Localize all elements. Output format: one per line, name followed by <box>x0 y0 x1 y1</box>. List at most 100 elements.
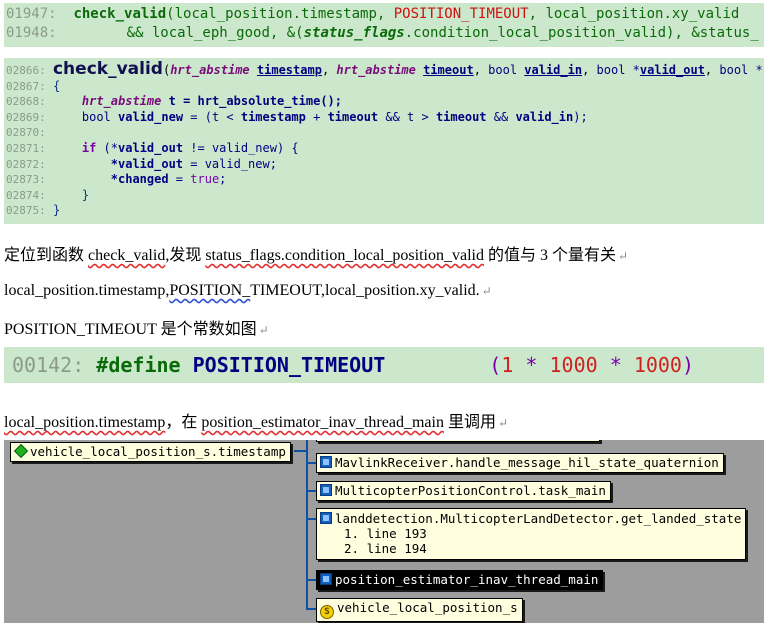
code-line: 02868: hrt_abstime t = hrt_absolute_time… <box>4 94 764 110</box>
code-text: && <box>486 109 516 124</box>
code-block-call-site: 01947: check_valid(local_position.timest… <box>4 3 764 47</box>
graph-node-selected[interactable]: position_estimator_inav_thread_main <box>316 570 604 590</box>
constant: POSITION_TIMEOUT <box>192 353 386 377</box>
connector <box>306 518 316 520</box>
graph-node[interactable]: Svehicle_local_position_s <box>316 598 523 622</box>
node-label: vehicle_local_position_s <box>337 600 518 615</box>
text: ,发现 <box>165 247 206 264</box>
line-ref: 2. line 194 <box>344 540 427 556</box>
code-text: != valid_new) { <box>183 140 299 155</box>
graph-node-partial <box>316 440 600 442</box>
node-label: landdetection.MulticopterLandDetector.ge… <box>335 511 742 526</box>
constant: POSITION_TIMEOUT <box>393 6 529 22</box>
graph-node[interactable]: landdetection.MulticopterLandDetector.ge… <box>316 508 747 560</box>
line-number: 02869: <box>6 110 46 124</box>
code-text: * <box>597 353 634 377</box>
type-name: hrt_abstime <box>336 63 416 77</box>
code-text: ( <box>489 353 502 377</box>
code-text: * <box>513 353 550 377</box>
code-line: 02866: check_valid(hrt_abstime timestamp… <box>4 61 764 79</box>
line-number: 02866: <box>6 64 46 77</box>
text: position_estimator_inav_thread_main <box>201 414 444 431</box>
function-icon <box>320 484 332 496</box>
code-text: , local_position.xy_valid <box>528 6 740 22</box>
line-number: 02870: <box>6 126 46 140</box>
type-name: hrt_abstime <box>170 63 250 77</box>
line-number: 02871: <box>6 141 46 155</box>
line-number: 02873: <box>6 173 46 187</box>
code-text: status_flags <box>303 25 405 41</box>
code-line: 02874: } <box>4 188 764 204</box>
code-line: 02867: { <box>4 79 764 95</box>
code-text: *valid_out <box>110 156 184 171</box>
code-line: 02872: *valid_out = valid_new; <box>4 157 764 173</box>
code-text: = valid_new; <box>183 156 277 171</box>
number: 1000 <box>549 353 598 377</box>
code-text: timestamp <box>240 109 306 124</box>
code-text: valid_new <box>118 109 184 124</box>
code-line: 02871: if (*valid_out != valid_new) { <box>4 141 764 157</box>
connector <box>306 579 316 581</box>
code-text: } <box>81 187 90 202</box>
node-label: position_estimator_inav_thread_main <box>335 572 599 587</box>
param: timestamp <box>256 63 322 77</box>
code-line: 00142: #define POSITION_TIMEOUT (1 * 1000… <box>4 347 764 383</box>
node-label: vehicle_local_position_s.timestamp <box>30 444 286 459</box>
paragraph: local_position.timestamp,POSITION_TIMEOU… <box>4 282 492 300</box>
paragraph-mark-icon: ↵ <box>497 416 509 430</box>
code-text: = <box>168 172 191 187</box>
code-block-definition: 02866: check_valid(hrt_abstime timestamp… <box>4 58 764 224</box>
type-name: hrt_abstime <box>81 94 162 109</box>
paragraph: 定位到函数 check_valid,发现 status_flags.condit… <box>4 241 628 265</box>
struct-icon: S <box>320 605 334 619</box>
number: 1000 <box>633 353 682 377</box>
code-text: bool *ch <box>719 63 764 77</box>
text: POSITION_ <box>169 282 251 299</box>
line-number: 02868: <box>6 95 46 109</box>
param: valid_in <box>524 63 583 77</box>
text: POSITION_TIMEOUT 是个常数如图 <box>4 321 257 338</box>
paragraph-mark-icon: ↵ <box>258 323 269 337</box>
code-text: ; <box>219 172 227 187</box>
line-number: 02867: <box>6 79 46 93</box>
function-icon <box>320 512 332 524</box>
code-text: *changed <box>110 172 169 187</box>
keyword: true <box>190 172 220 187</box>
code-text: } <box>52 203 61 218</box>
code-text: { <box>52 78 61 93</box>
node-label: MulticopterPositionControl.task_main <box>335 483 606 498</box>
line-number: 02874: <box>6 188 46 202</box>
code-text: && local_eph_good, &( <box>126 25 304 41</box>
text: local_position.timestamp <box>4 414 166 431</box>
graph-node[interactable]: MavlinkReceiver.handle_message_hil_state… <box>316 453 724 473</box>
node-label: MavlinkReceiver.handle_message_hil_state… <box>335 455 719 470</box>
text: 的值与 3 个量有关 <box>483 247 616 264</box>
connector <box>306 462 316 464</box>
line-number: 01948: <box>6 25 57 41</box>
code-line: 02870: <box>4 125 764 141</box>
graph-node-root[interactable]: vehicle_local_position_s.timestamp <box>10 442 291 462</box>
code-line: 02875: } <box>4 203 764 219</box>
graph-node[interactable]: MulticopterPositionControl.task_main <box>316 481 611 501</box>
text: TIMEOUT,local_position.xy_valid. <box>250 282 480 299</box>
function-name: check_valid <box>73 6 167 22</box>
param: valid_out <box>639 63 705 77</box>
param: timeout <box>423 63 474 77</box>
code-line: 02869: bool valid_new = (t < timestamp +… <box>4 110 764 126</box>
code-line: 01948: && local_eph_good, &(status_flags.… <box>4 24 764 43</box>
paragraph-mark-icon: ↵ <box>481 284 492 298</box>
paragraph: local_position.timestamp，在 position_esti… <box>4 408 508 432</box>
code-text: && t > <box>378 109 436 124</box>
type-name: bool * <box>596 63 640 77</box>
paragraph-mark-icon: ↵ <box>617 249 629 263</box>
text: check_valid <box>88 247 166 264</box>
line-number: 00142: <box>12 353 85 377</box>
code-text: t <box>168 94 176 109</box>
code-text: = hrt_absolute_time(); <box>183 94 343 109</box>
line-number: 01947: <box>6 6 57 22</box>
line-number: 02875: <box>6 204 46 218</box>
line-ref: 1. line 193 <box>344 526 427 541</box>
line-number: 02872: <box>6 157 46 171</box>
code-text: = (t < <box>190 109 241 124</box>
keyword: if <box>81 140 97 155</box>
